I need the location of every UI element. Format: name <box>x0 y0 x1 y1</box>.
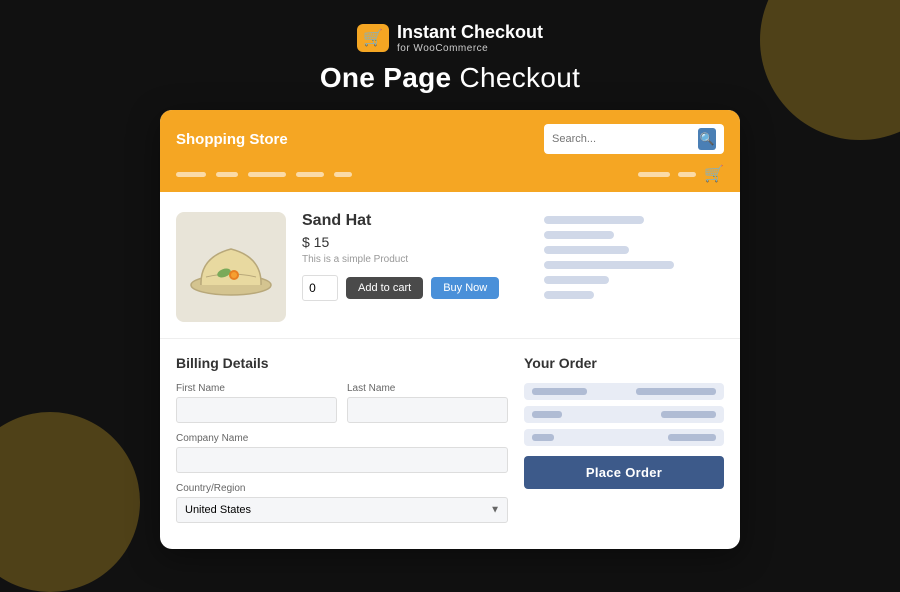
nav-link-5[interactable] <box>334 172 352 177</box>
hat-illustration <box>186 227 276 307</box>
add-to-cart-button[interactable]: Add to cart <box>346 277 423 299</box>
company-input[interactable] <box>176 447 508 473</box>
last-name-label: Last Name <box>347 383 508 394</box>
product-name: Sand Hat <box>302 212 528 230</box>
main-card: Shopping Store 🔍 🛒 <box>160 110 740 549</box>
first-name-field: First Name <box>176 383 337 423</box>
order-ph-left-3 <box>532 434 554 441</box>
ph-line-5 <box>544 276 609 284</box>
nav-link-3[interactable] <box>248 172 286 177</box>
product-right-placeholders <box>544 212 724 322</box>
product-section: Sand Hat $ 15 This is a simple Product A… <box>160 192 740 339</box>
quantity-input[interactable] <box>302 275 338 301</box>
billing-title: Billing Details <box>176 355 508 371</box>
nav-right-1 <box>638 172 670 177</box>
nav-link-2[interactable] <box>216 172 238 177</box>
order-ph-right-2 <box>661 411 716 418</box>
two-col-section: Billing Details First Name Last Name Com… <box>160 339 740 549</box>
country-label: Country/Region <box>176 483 508 494</box>
order-row-1 <box>524 383 724 400</box>
logo-icon <box>357 24 389 52</box>
first-name-label: First Name <box>176 383 337 394</box>
store-header: Shopping Store 🔍 🛒 <box>160 110 740 192</box>
order-ph-left-1 <box>532 388 587 395</box>
product-image <box>176 212 286 322</box>
decoration-blob-bottom <box>0 412 140 592</box>
product-description: This is a simple Product <box>302 254 528 265</box>
last-name-input[interactable] <box>347 397 508 423</box>
place-order-button[interactable]: Place Order <box>524 456 724 489</box>
logo-brand: Instant Checkout <box>397 22 543 43</box>
product-info: Sand Hat $ 15 This is a simple Product A… <box>302 212 528 322</box>
country-select[interactable]: United States <box>176 497 508 523</box>
nav-link-1[interactable] <box>176 172 206 177</box>
order-items <box>524 383 724 446</box>
name-row: First Name Last Name <box>176 383 508 433</box>
ph-line-6 <box>544 291 594 299</box>
store-header-top: Shopping Store 🔍 <box>176 124 724 154</box>
logo-sub: for WooCommerce <box>397 43 488 54</box>
ph-line-3 <box>544 246 629 254</box>
cart-icon[interactable]: 🛒 <box>704 164 724 184</box>
company-label: Company Name <box>176 433 508 444</box>
order-row-3 <box>524 429 724 446</box>
nav-right-2 <box>678 172 696 177</box>
last-name-field: Last Name <box>347 383 508 423</box>
order-ph-right-3 <box>668 434 716 441</box>
search-button[interactable]: 🔍 <box>698 128 716 150</box>
page-header: Instant Checkout for WooCommerce One Pag… <box>0 0 900 110</box>
page-title-bold: One Page <box>320 62 452 93</box>
nav-right: 🛒 <box>638 164 724 184</box>
order-col: Your Order Place Order <box>524 355 724 533</box>
logo-text-area: Instant Checkout for WooCommerce <box>397 22 543 54</box>
ph-line-1 <box>544 216 644 224</box>
product-actions: Add to cart Buy Now <box>302 275 528 301</box>
order-row-2 <box>524 406 724 423</box>
store-name: Shopping Store <box>176 131 288 148</box>
order-ph-left-2 <box>532 411 562 418</box>
country-field: Country/Region United States ▼ <box>176 483 508 523</box>
logo-area: Instant Checkout for WooCommerce <box>0 22 900 54</box>
search-bar: 🔍 <box>544 124 724 154</box>
product-price: $ 15 <box>302 234 528 250</box>
ph-line-2 <box>544 231 614 239</box>
order-ph-right-1 <box>636 388 716 395</box>
company-field: Company Name <box>176 433 508 473</box>
billing-col: Billing Details First Name Last Name Com… <box>176 355 508 533</box>
buy-now-button[interactable]: Buy Now <box>431 277 499 299</box>
search-input[interactable] <box>552 133 692 145</box>
nav-link-4[interactable] <box>296 172 324 177</box>
page-title-rest: Checkout <box>451 62 580 93</box>
first-name-input[interactable] <box>176 397 337 423</box>
country-select-wrapper: United States ▼ <box>176 497 508 523</box>
nav-links <box>176 172 352 177</box>
page-title: One Page Checkout <box>0 62 900 94</box>
order-title: Your Order <box>524 355 724 371</box>
ph-line-4 <box>544 261 674 269</box>
nav-bar: 🛒 <box>176 164 724 192</box>
